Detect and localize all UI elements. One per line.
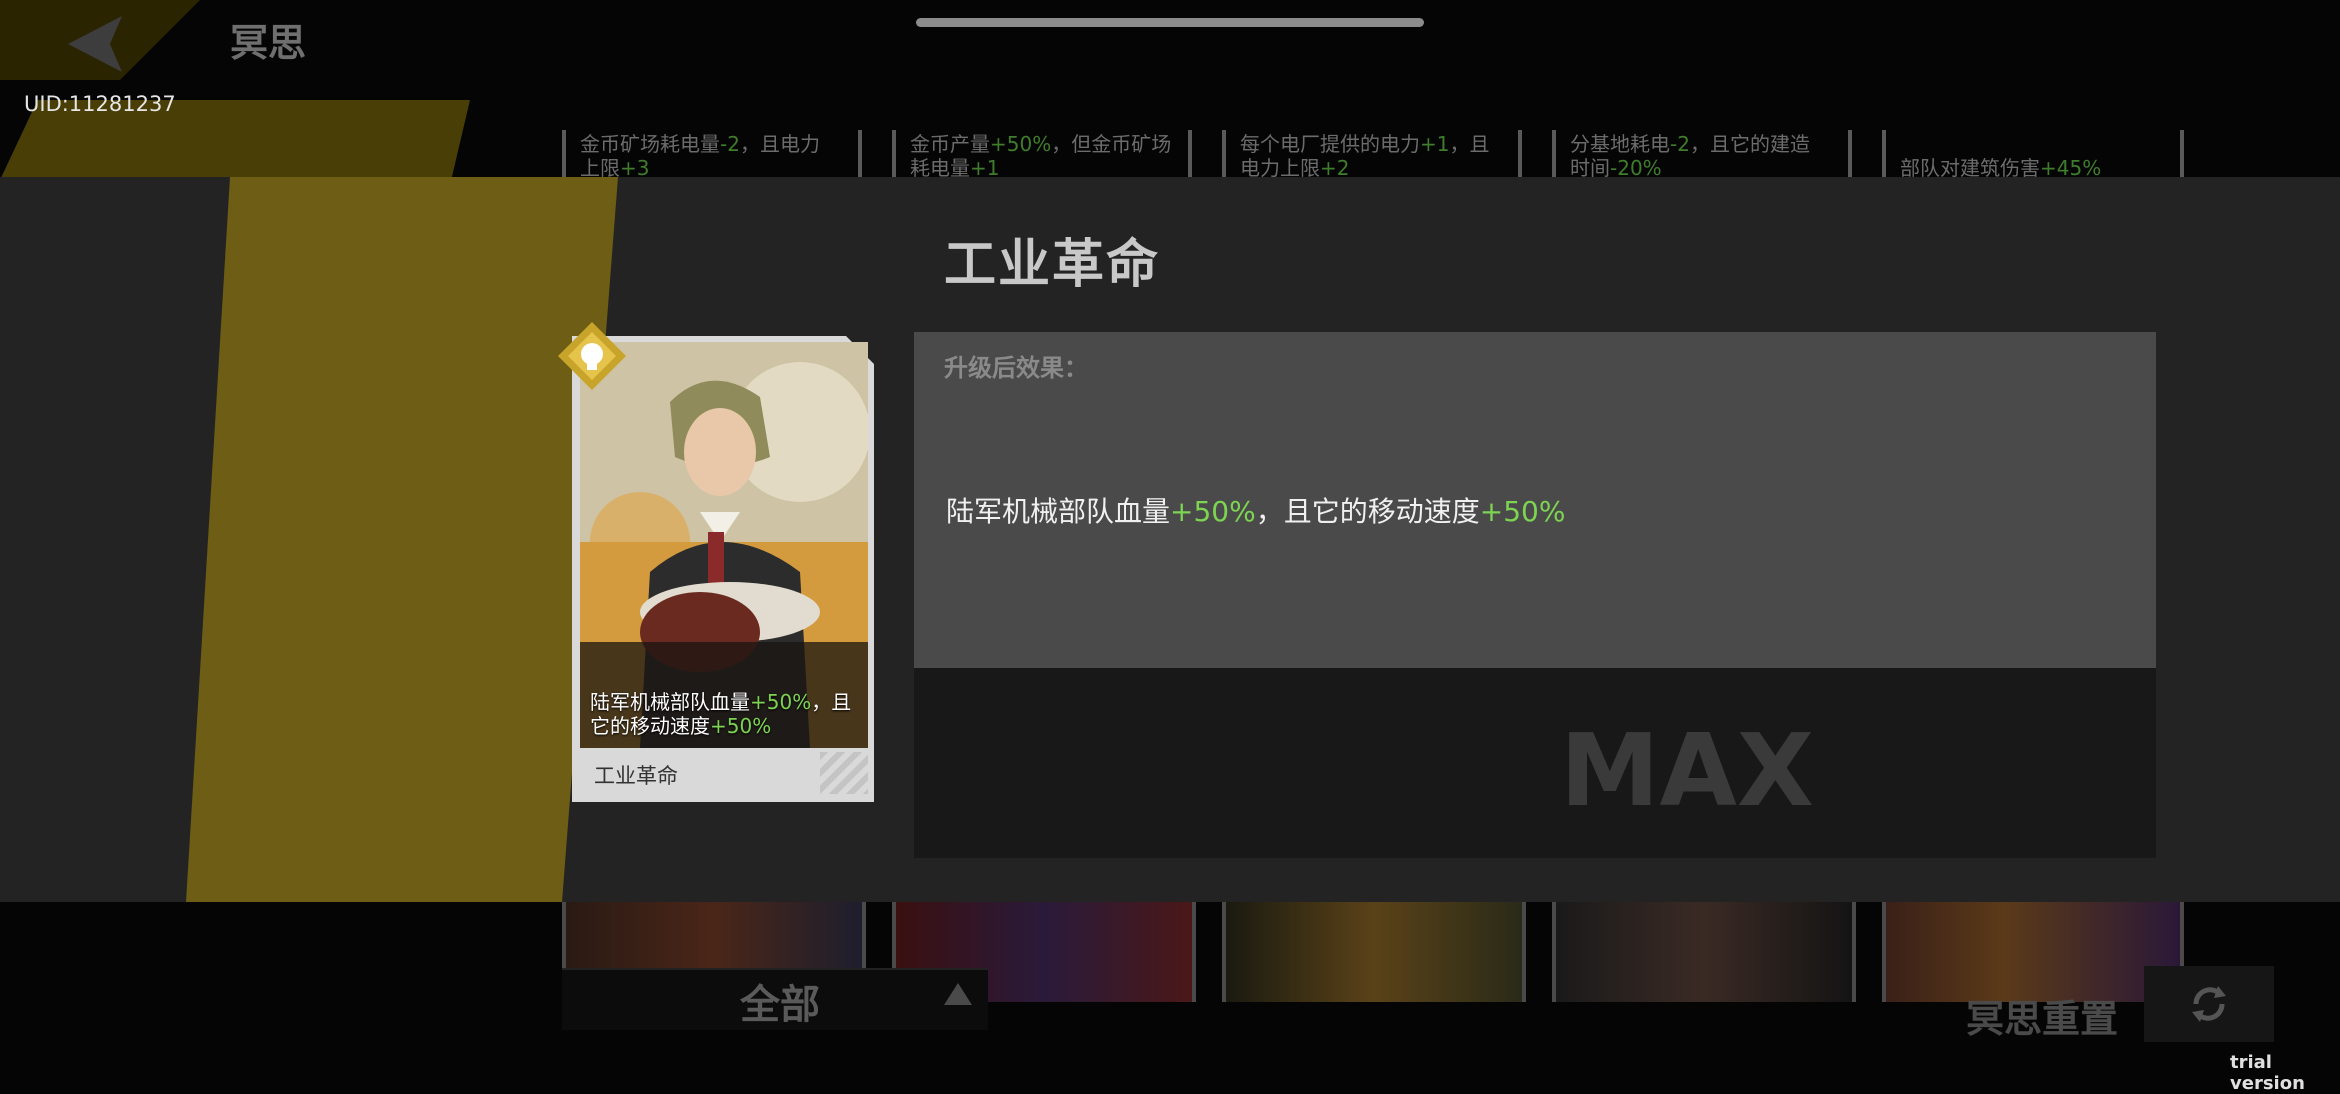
effect-text-part: ，且它的移动速度 [1255, 495, 1480, 528]
talent-card-description: 陆军机械部队血量+50%，且 它的移动速度+50% [590, 690, 866, 738]
trial-watermark: trial version [2230, 1052, 2305, 1094]
talent-text: 金币矿场耗电量 [580, 132, 720, 156]
talent-card[interactable]: 金币产量+50%，但金币矿场 耗电量+1 [892, 130, 1192, 178]
card-desc-text: 它的移动速度 [590, 714, 710, 738]
talent-card-name: 工业革命 [594, 764, 678, 788]
talent-text: 耗电量 [910, 156, 970, 178]
card-corner-decoration [820, 752, 868, 794]
card-desc-value: +50% [710, 714, 772, 738]
talent-card-art[interactable] [1552, 902, 1856, 1002]
talent-badge-icon [556, 320, 628, 392]
upgrade-effect-heading: 升级后效果： [944, 354, 1088, 382]
card-desc-text: 陆军机械部队血量 [590, 690, 750, 714]
talent-text: 上限 [580, 156, 620, 178]
back-button[interactable] [60, 12, 140, 76]
effect-value: +50% [1170, 495, 1256, 528]
talent-text: ，且 [1449, 132, 1490, 156]
max-level-label: MAX [1560, 712, 1815, 829]
talent-card[interactable]: 部队对建筑伤害+45% [1882, 130, 2184, 178]
talent-text: ，但金币矿场 [1051, 132, 1172, 156]
page-title: 冥思 [230, 21, 307, 65]
character-portrait [580, 342, 868, 748]
talent-text: 金币产量 [910, 132, 990, 156]
filter-label: 全部 [740, 982, 820, 1028]
talent-card[interactable]: 每个电厂提供的电力+1，且 电力上限+2 [1222, 130, 1522, 178]
talent-text: ，且它的建造 [1689, 132, 1810, 156]
effect-value: +50% [1479, 495, 1566, 528]
talent-card[interactable]: 分基地耗电-2，且它的建造 时间-20% [1552, 130, 1852, 178]
talent-value: -2 [720, 132, 740, 156]
max-level-panel [914, 668, 2156, 858]
talent-text: 部队对建筑伤害 [1900, 156, 2040, 178]
system-home-indicator[interactable] [916, 18, 1424, 27]
effect-text-part: 陆军机械部队血量 [946, 495, 1171, 528]
talent-text: 每个电厂提供的电力 [1240, 132, 1420, 156]
refresh-icon [2192, 986, 2226, 1022]
talent-card[interactable]: 金币矿场耗电量-2，且电力 上限+3 [562, 130, 862, 178]
talent-card-art[interactable] [1882, 902, 2184, 1002]
talent-text: 分基地耗电 [1570, 132, 1670, 156]
dropdown-arrow-icon [944, 983, 972, 1005]
talent-value: -20% [1610, 156, 1662, 178]
meditation-reset-button[interactable] [2144, 966, 2274, 1042]
talent-card-art[interactable] [1222, 902, 1526, 1002]
talent-text: 时间 [1570, 156, 1610, 178]
card-desc-text: ，且 [811, 690, 852, 714]
meditation-reset-label: 冥思重置 [1966, 997, 2119, 1041]
talent-value: +2 [1320, 156, 1350, 178]
modal-title: 工业革命 [944, 235, 1161, 295]
talent-value: +50% [990, 132, 1052, 156]
talent-value: -2 [1670, 132, 1690, 156]
talent-value: +1 [970, 156, 1000, 178]
uid-label: UID:11281237 [24, 92, 176, 116]
upgrade-effect-text: 陆军机械部队血量+50%，且它的移动速度+50% [946, 490, 1565, 530]
talent-text: ，且电力 [739, 132, 820, 156]
talent-text: 电力上限 [1240, 156, 1320, 178]
talent-value: +1 [1420, 132, 1450, 156]
modal-accent-stripe [186, 177, 618, 902]
talent-value: +45% [2040, 156, 2102, 178]
card-desc-value: +50% [750, 690, 812, 714]
back-arrow-icon [68, 16, 122, 72]
talent-value: +3 [620, 156, 650, 178]
